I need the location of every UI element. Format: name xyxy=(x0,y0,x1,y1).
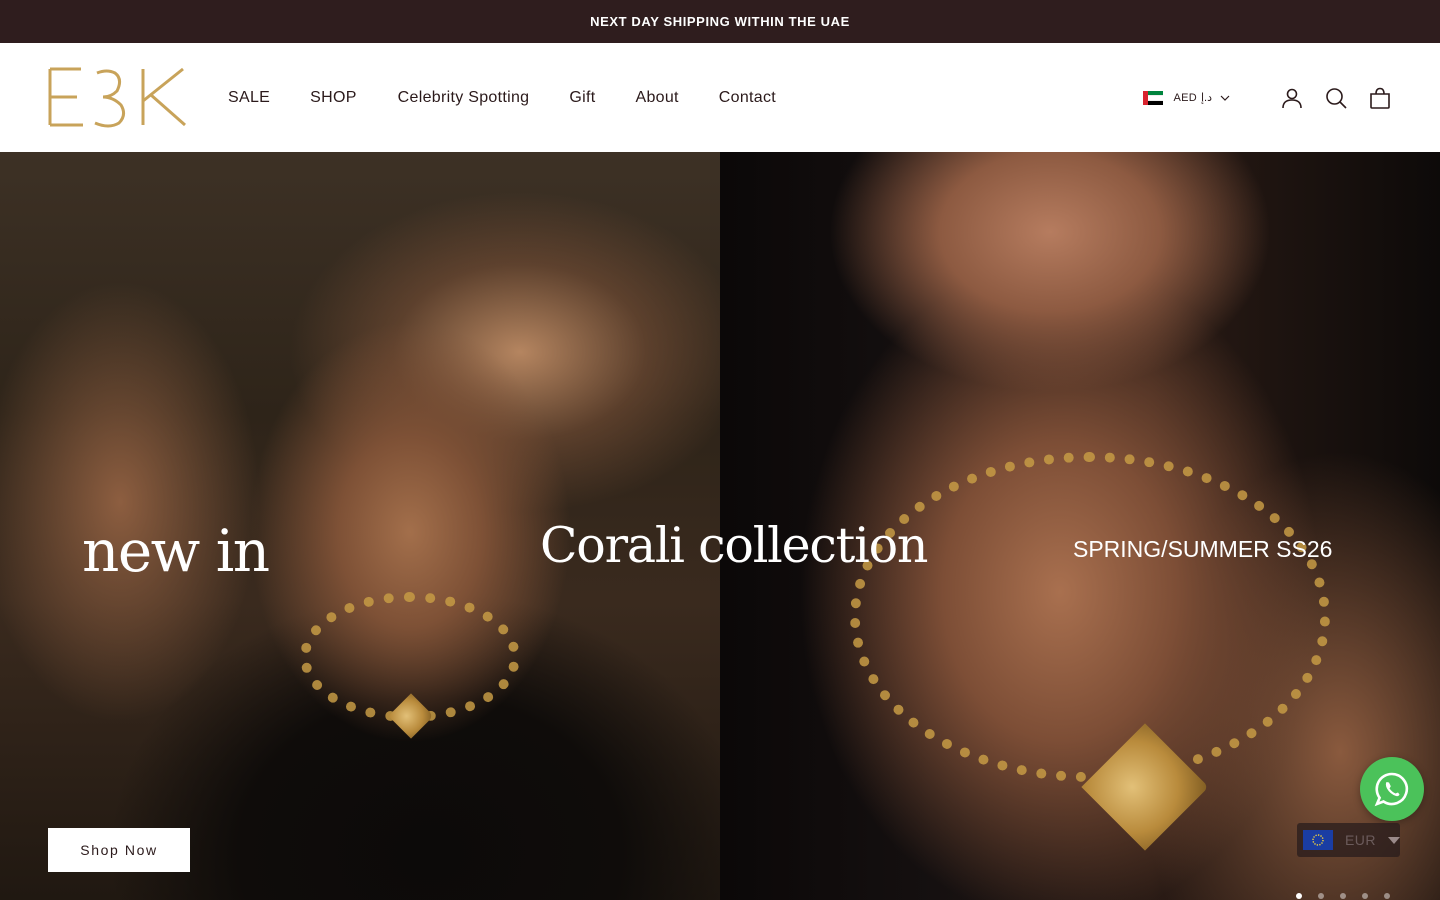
announcement-bar: NEXT DAY SHIPPING WITHIN THE UAE xyxy=(0,0,1440,43)
nav-item-contact[interactable]: Contact xyxy=(719,89,776,107)
slide-dot[interactable] xyxy=(1362,893,1368,899)
slideshow-dots xyxy=(1296,893,1406,899)
nav-item-sale[interactable]: SALE xyxy=(228,89,270,107)
eu-flag-icon xyxy=(1303,830,1333,850)
currency-selector[interactable]: AED د.إ xyxy=(1143,90,1230,105)
announcement-text: NEXT DAY SHIPPING WITHIN THE UAE xyxy=(590,14,850,29)
slide-dot[interactable] xyxy=(1296,893,1302,899)
nav-item-celebrity-spotting[interactable]: Celebrity Spotting xyxy=(398,89,530,107)
caret-down-icon xyxy=(1388,836,1400,844)
nav-item-gift[interactable]: Gift xyxy=(569,89,595,107)
slide-dot[interactable] xyxy=(1384,893,1390,899)
main-nav: SALE SHOP Celebrity Spotting Gift About … xyxy=(228,43,816,152)
hero-slideshow: new in Corali collection SPRING/SUMMER S… xyxy=(0,152,1440,900)
nav-item-about[interactable]: About xyxy=(635,89,678,107)
slide-dot[interactable] xyxy=(1340,893,1346,899)
shop-now-button[interactable]: Shop Now xyxy=(48,828,190,872)
hero-text-season: SPRING/SUMMER SS26 xyxy=(1073,536,1333,562)
e3k-logo-mark xyxy=(48,67,186,128)
site-header: SALE SHOP Celebrity Spotting Gift About … xyxy=(0,43,1440,152)
nav-item-shop[interactable]: SHOP xyxy=(310,89,357,107)
slide-dot[interactable] xyxy=(1318,893,1324,899)
whatsapp-icon xyxy=(1374,772,1409,807)
brand-logo[interactable] xyxy=(47,67,189,129)
bag-icon[interactable] xyxy=(1368,86,1392,110)
currency-switcher-widget[interactable]: EUR xyxy=(1297,823,1400,857)
header-tools: AED د.إ xyxy=(1143,43,1392,152)
hero-text-collection: Corali collection xyxy=(540,517,928,574)
chevron-down-icon xyxy=(1220,95,1230,101)
whatsapp-chat-button[interactable] xyxy=(1360,757,1424,821)
uae-flag-icon xyxy=(1143,90,1164,105)
currency-switcher-code: EUR xyxy=(1344,832,1376,848)
currency-symbol: د.إ xyxy=(1200,92,1212,104)
account-icon[interactable] xyxy=(1280,86,1304,110)
necklace-decoration-large xyxy=(850,452,1330,782)
currency-code: AED xyxy=(1173,91,1197,104)
hero-text-new-in: new in xyxy=(82,517,270,585)
search-icon[interactable] xyxy=(1324,86,1348,110)
